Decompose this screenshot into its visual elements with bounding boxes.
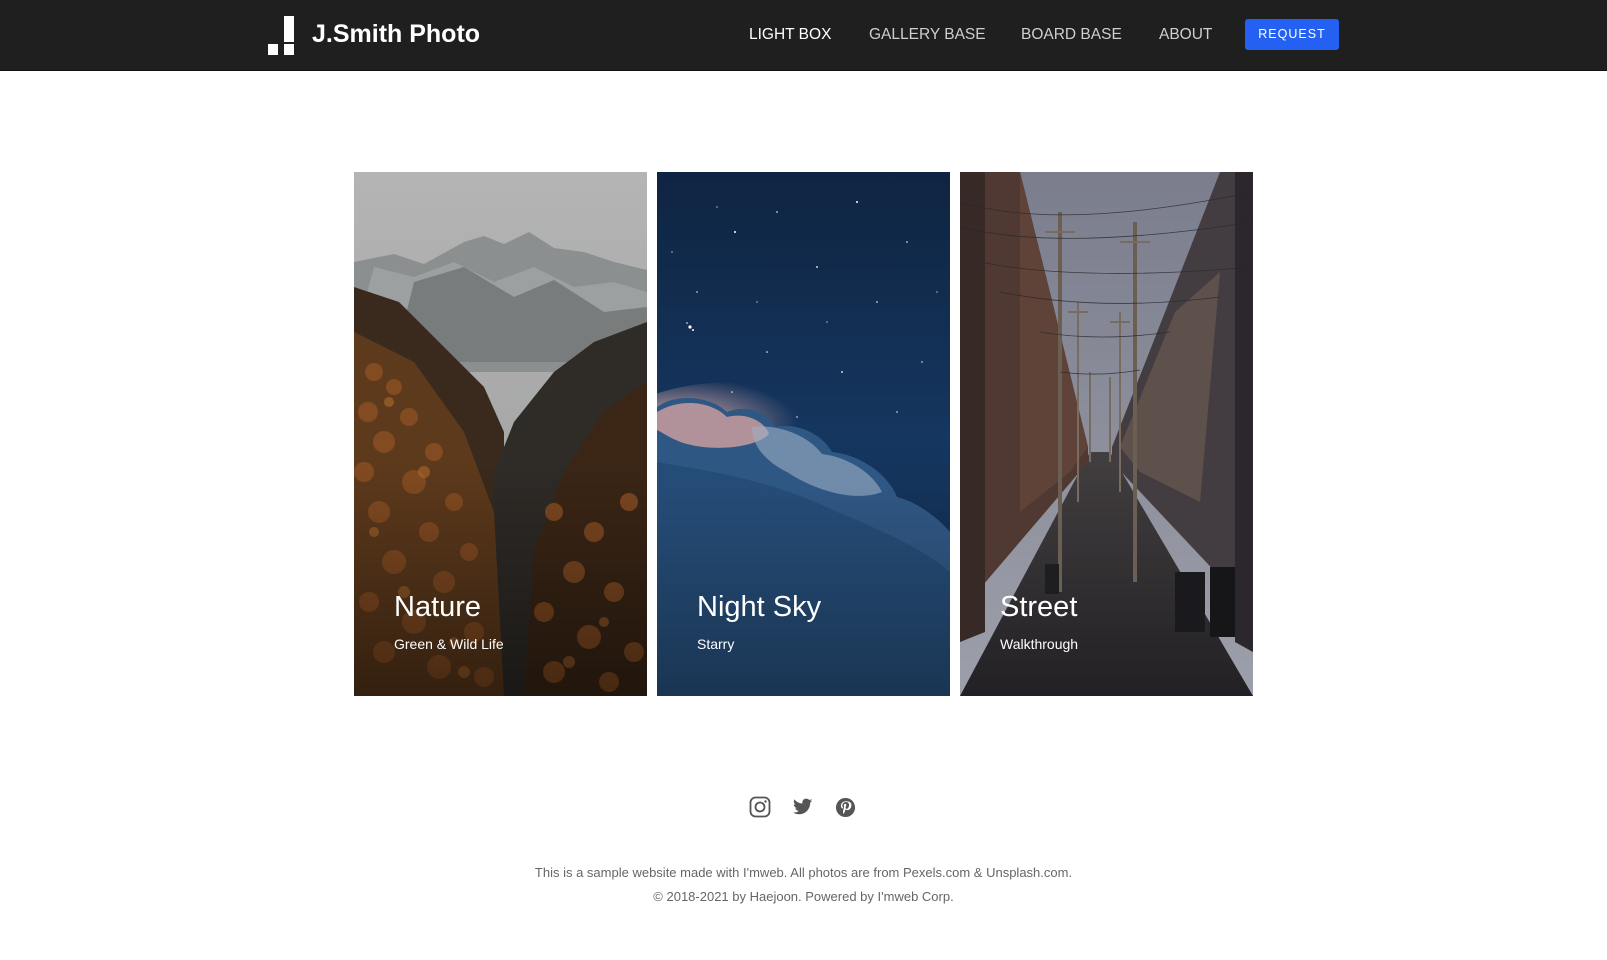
footer-copyright: © 2018-2021 by Haejoon. Powered by I'mwe…	[653, 889, 954, 904]
gallery-card-street[interactable]: Street Walkthrough	[960, 172, 1253, 696]
footer-credit: This is a sample website made with I'mwe…	[534, 865, 1073, 880]
card-subtitle: Starry	[697, 636, 735, 652]
site-brand[interactable]: J.Smith Photo	[312, 18, 480, 50]
nav-gallery-base[interactable]: GALLERY BASE	[869, 25, 986, 45]
twitter-icon[interactable]	[793, 798, 813, 816]
nav-light-box[interactable]: LIGHT BOX	[749, 25, 831, 45]
gallery-card-nature[interactable]: Nature Green & Wild Life	[354, 172, 647, 696]
pinterest-icon[interactable]	[835, 797, 856, 818]
site-header: J.Smith Photo LIGHT BOX GALLERY BASE BOA…	[0, 0, 1607, 71]
card-subtitle: Walkthrough	[1000, 636, 1079, 652]
nav-about[interactable]: ABOUT	[1159, 25, 1212, 45]
bar-chart-logo-icon[interactable]	[268, 16, 294, 55]
card-subtitle: Green & Wild Life	[394, 636, 504, 652]
instagram-icon[interactable]	[749, 796, 771, 818]
request-button[interactable]: REQUEST	[1245, 19, 1339, 50]
nav-board-base[interactable]: BOARD BASE	[1021, 25, 1122, 45]
card-title: Nature	[394, 591, 482, 623]
card-title: Night Sky	[697, 591, 822, 623]
card-title: Street	[1000, 591, 1078, 623]
gallery-card-night-sky[interactable]: Night Sky Starry	[657, 172, 950, 696]
